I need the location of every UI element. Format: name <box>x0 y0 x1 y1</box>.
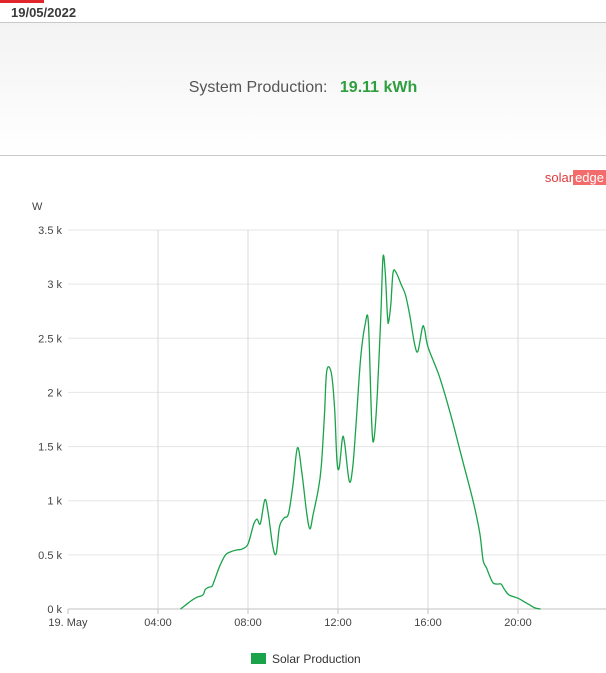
production-chart: W 0 k 0.5 k 1 k 1.5 k 2 k 2.5 k 3 k 3.5 k 19. M… <box>32 201 606 629</box>
logo-solar: solar <box>544 170 574 185</box>
logo-edge: edge <box>573 170 606 185</box>
summary-line: System Production: 19.11 kWh <box>0 79 606 97</box>
y-tick-label: 0 k <box>47 604 62 616</box>
y-tick-label: 3 k <box>47 279 62 291</box>
series-line-solar-production[interactable] <box>180 254 541 610</box>
date-label[interactable]: 19/05/2022 <box>11 5 76 20</box>
y-axis-label: W <box>32 201 43 213</box>
active-tab-indicator <box>0 0 44 3</box>
x-tick-label: 19. May <box>48 617 88 629</box>
x-tick-label: 20:00 <box>504 617 532 629</box>
solaredge-logo: solar edge <box>545 170 606 185</box>
system-production-label: System Production: <box>188 79 328 96</box>
legend-swatch <box>251 653 266 664</box>
y-tick-label: 3.5 k <box>38 225 62 237</box>
production-summary: System Production: 19.11 kWh <box>0 23 606 156</box>
series-group <box>180 254 541 610</box>
chart-grid <box>68 229 606 610</box>
x-tick-label: 12:00 <box>324 617 352 629</box>
x-tick-label: 08:00 <box>234 617 262 629</box>
y-tick-label: 0.5 k <box>38 550 62 562</box>
x-tick-label: 04:00 <box>144 617 172 629</box>
date-bar: 19/05/2022 <box>0 0 606 23</box>
x-axis-ticks: 19. May 04:00 08:00 12:00 16:00 20:00 <box>48 609 532 629</box>
legend-label-solar-production: Solar Production <box>272 652 361 666</box>
y-axis-ticks: 0 k 0.5 k 1 k 1.5 k 2 k 2.5 k 3 k 3.5 k <box>38 225 62 616</box>
y-tick-label: 1 k <box>47 496 62 508</box>
y-tick-label: 2.5 k <box>38 333 62 345</box>
system-production-value: 19.11 kWh <box>339 79 418 96</box>
y-tick-label: 1.5 k <box>38 442 62 454</box>
x-tick-label: 16:00 <box>414 617 442 629</box>
y-tick-label: 2 k <box>47 387 62 399</box>
chart-legend[interactable]: Solar Production <box>251 652 361 666</box>
